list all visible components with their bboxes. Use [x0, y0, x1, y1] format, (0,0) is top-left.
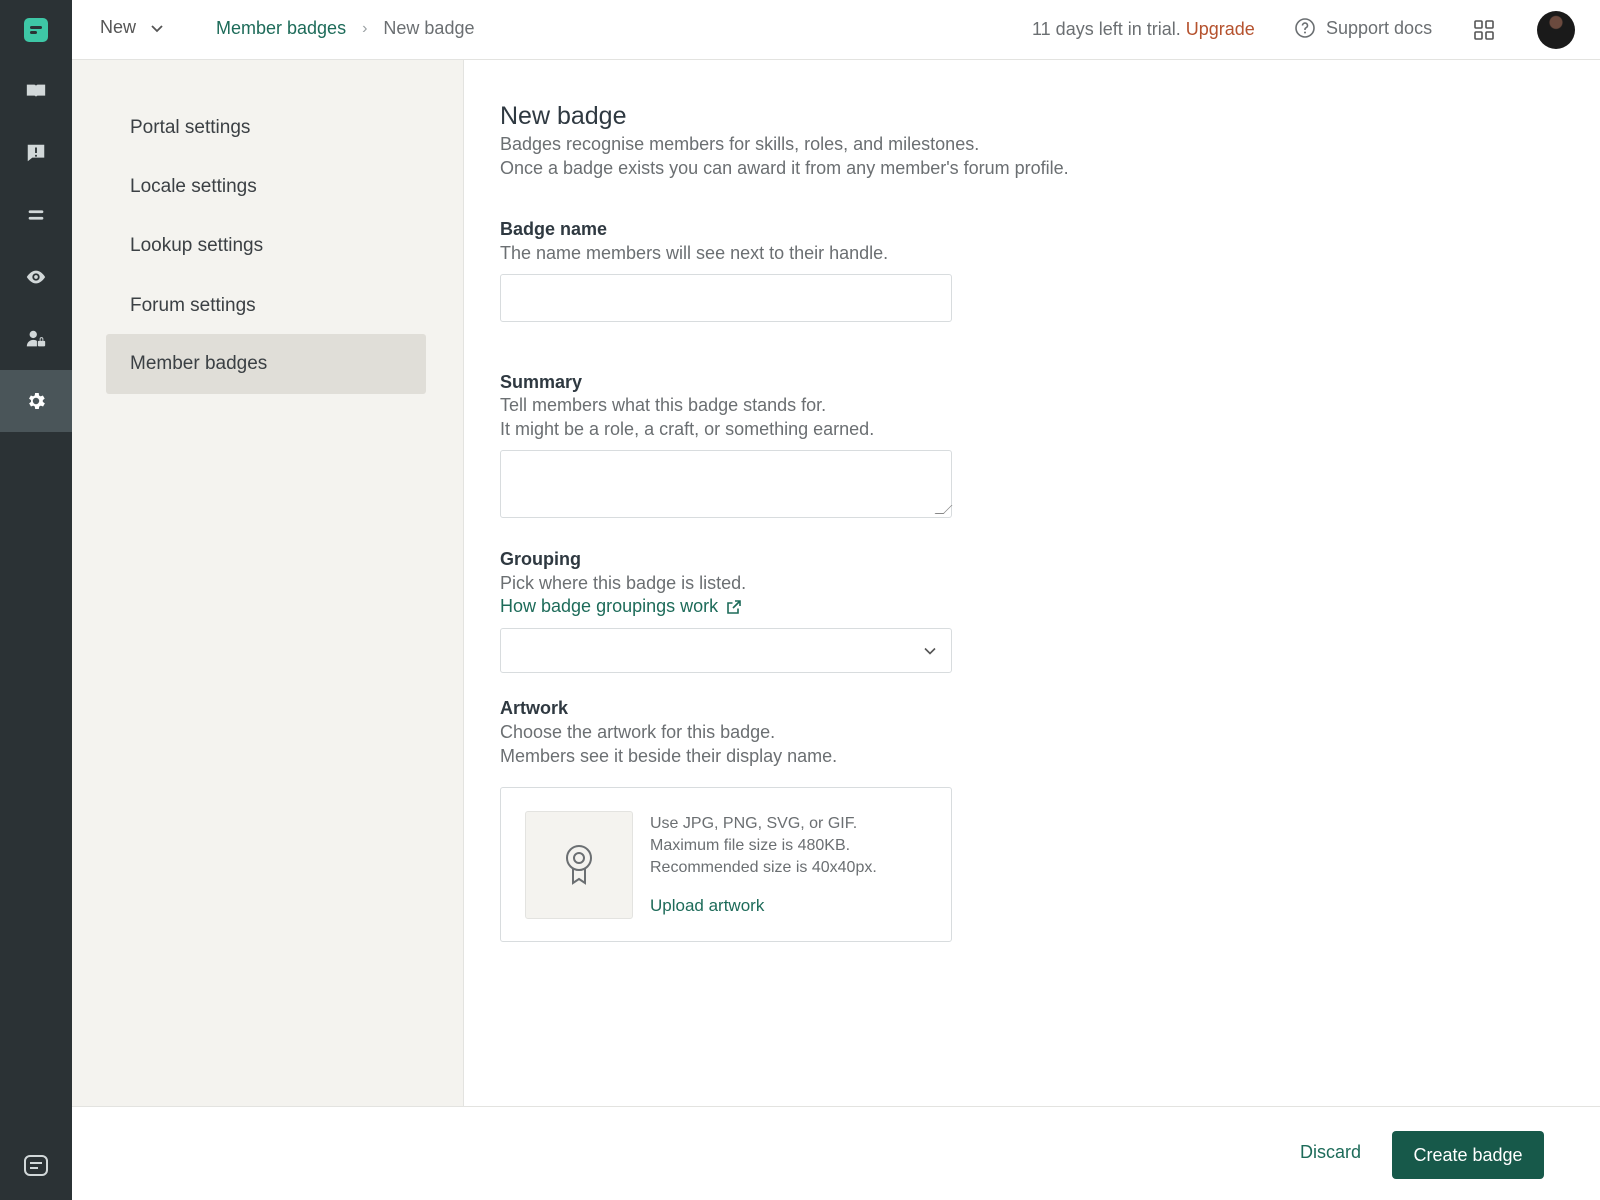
- badge-name-label: Badge name: [500, 219, 608, 239]
- product-rail: [0, 0, 72, 1200]
- artwork-info-dimensions: Recommended size is 40x40px.: [650, 859, 877, 876]
- page-description: Badges recognise members for skills, rol…: [500, 132, 1300, 180]
- trial-text: 11 days left in trial.: [1032, 19, 1181, 39]
- sidebar-item-forum-settings[interactable]: Forum settings: [106, 276, 426, 336]
- artwork-uploader: Use JPG, PNG, SVG, or GIF. Maximum file …: [500, 787, 952, 942]
- support-docs-link[interactable]: Support docs: [1294, 17, 1432, 39]
- badge-name-input[interactable]: [500, 274, 952, 322]
- eye-icon: [26, 270, 46, 284]
- brand-logo-icon[interactable]: [24, 18, 48, 42]
- chat-card-icon: [24, 1155, 48, 1176]
- summary-hint-line-2: It might be a role, a craft, or somethin…: [500, 419, 875, 439]
- page-title: New badge: [500, 102, 627, 130]
- grouping-select[interactable]: [500, 628, 952, 673]
- artwork-hint-line-2: Members see it beside their display name…: [500, 746, 838, 766]
- alert-chat-icon: [27, 144, 45, 162]
- sidebar-item-locale-settings[interactable]: Locale settings: [106, 157, 426, 217]
- artwork-hint-line-1: Choose the artwork for this badge.: [500, 722, 776, 742]
- page-description-line-1: Badges recognise members for skills, rol…: [500, 134, 980, 154]
- rail-item-views[interactable]: [0, 184, 72, 246]
- menu-lines-icon: [28, 210, 44, 220]
- chevron-down-icon: [924, 647, 936, 655]
- page-description-line-2: Once a badge exists you can award it fro…: [500, 158, 1069, 178]
- support-docs-label: Support docs: [1326, 17, 1433, 38]
- breadcrumb: Member badges › New badge: [216, 18, 474, 39]
- rail-item-support[interactable]: [0, 122, 72, 184]
- chevron-down-icon: [151, 24, 163, 32]
- rail-item-guide[interactable]: [0, 60, 72, 122]
- gear-icon: [29, 393, 45, 409]
- rail-item-settings[interactable]: [0, 370, 72, 432]
- artwork-preview: [525, 811, 633, 919]
- artwork-info-formats: Use JPG, PNG, SVG, or GIF.: [650, 815, 858, 832]
- grouping-hint: Pick where this badge is listed.: [500, 573, 747, 593]
- sidebar-item-lookup-settings[interactable]: Lookup settings: [106, 216, 426, 276]
- sidebar-item-member-badges[interactable]: Member badges: [106, 334, 426, 394]
- help-circle-icon: [1295, 18, 1315, 38]
- sidebar-item-portal-settings[interactable]: Portal settings: [106, 98, 426, 158]
- summary-label: Summary: [500, 372, 583, 392]
- upgrade-link[interactable]: Upgrade: [1186, 19, 1255, 39]
- breadcrumb-member-badges[interactable]: Member badges: [216, 18, 346, 39]
- summary-hint-line-1: Tell members what this badge stands for.: [500, 395, 827, 415]
- artwork-info-size: Maximum file size is 480KB.: [650, 837, 851, 854]
- grouping-help-link-label: How badge groupings work: [500, 596, 719, 616]
- rail-item-preview[interactable]: [0, 246, 72, 308]
- new-dropdown-button[interactable]: New: [100, 17, 164, 38]
- badge-name-hint: The name members will see next to their …: [500, 243, 889, 263]
- avatar[interactable]: [1537, 11, 1575, 49]
- settings-sidebar: Portal settings Locale settings Lookup s…: [72, 60, 464, 1106]
- book-icon: [26, 84, 46, 98]
- trial-notice: 11 days left in trial. Upgrade: [1032, 19, 1255, 40]
- new-button-label: New: [100, 17, 137, 37]
- grouping-label: Grouping: [500, 549, 581, 569]
- breadcrumb-current: New badge: [383, 18, 475, 38]
- discard-button[interactable]: Discard: [1300, 1142, 1361, 1163]
- rail-item-members[interactable]: [0, 308, 72, 370]
- artwork-requirements: Use JPG, PNG, SVG, or GIF. Maximum file …: [650, 813, 877, 879]
- upload-artwork-link[interactable]: Upload artwork: [650, 896, 764, 916]
- form-footer: Discard Create badge: [72, 1106, 1600, 1200]
- badge-ribbon-icon: [566, 845, 592, 885]
- chevron-right-icon: ›: [362, 19, 368, 37]
- summary-textarea[interactable]: [500, 450, 952, 518]
- apps-grid-icon[interactable]: [1472, 18, 1496, 42]
- user-lock-icon: [26, 330, 46, 347]
- external-link-icon: [727, 599, 741, 614]
- summary-hint: Tell members what this badge stands for.…: [500, 393, 1200, 441]
- grouping-help-link[interactable]: How badge groupings work: [500, 596, 742, 617]
- rail-item-chat[interactable]: [0, 1146, 72, 1186]
- top-bar: New Member badges › New badge 11 days le…: [72, 0, 1600, 60]
- artwork-label: Artwork: [500, 698, 569, 718]
- artwork-hint: Choose the artwork for this badge. Membe…: [500, 720, 1200, 768]
- create-badge-button[interactable]: Create badge: [1392, 1131, 1544, 1179]
